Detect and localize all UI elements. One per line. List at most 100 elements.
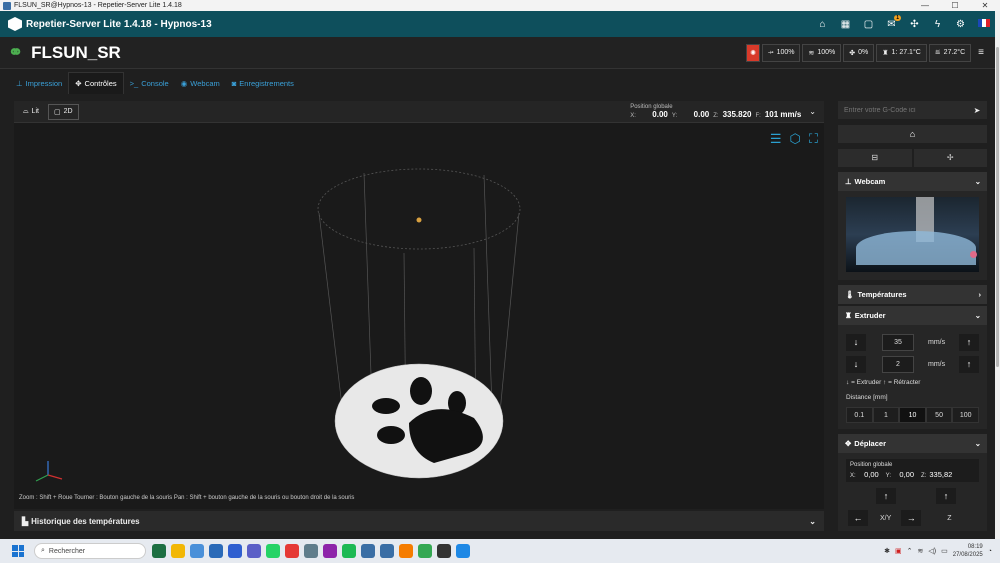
move-y-plus-button[interactable]: ↑ bbox=[876, 488, 896, 504]
mail-icon[interactable]: ✉ 1 bbox=[880, 14, 903, 30]
taskbar-app-icon-9[interactable] bbox=[323, 544, 337, 558]
bolt-icon[interactable]: ϟ bbox=[926, 19, 949, 30]
speed-field-1[interactable]: 35 bbox=[882, 333, 914, 351]
extrude-down-button-2[interactable]: ↓ bbox=[846, 355, 866, 373]
gear-icon[interactable]: ⚙ bbox=[949, 19, 972, 30]
tab-webcam[interactable]: ◉ Webcam bbox=[175, 72, 226, 94]
antivirus-icon[interactable]: ▣ bbox=[895, 547, 902, 555]
retract-up-button-2[interactable]: ↑ bbox=[959, 355, 979, 373]
flag-icon[interactable] bbox=[972, 19, 995, 29]
speed-field-2[interactable]: 2 bbox=[882, 355, 914, 373]
bed-temp-icon: ≝ bbox=[934, 49, 941, 57]
fan-stat[interactable]: ✤ 0% bbox=[843, 43, 875, 62]
move-x-plus-button[interactable]: → bbox=[901, 510, 922, 526]
taskbar-app-icon-3[interactable] bbox=[209, 544, 223, 558]
taskbar-search[interactable]: ⌕ Rechercher bbox=[34, 543, 146, 559]
battery-icon[interactable]: ▭ bbox=[941, 547, 948, 555]
network-icon[interactable]: ✣ bbox=[903, 19, 926, 30]
tab-console[interactable]: >_ Console bbox=[124, 72, 175, 94]
extruder-panel-header[interactable]: ♜ Extruder ⌄ bbox=[838, 306, 987, 325]
bluetooth-icon[interactable]: ✱ bbox=[884, 547, 890, 555]
taskbar-app-icon-8[interactable] bbox=[304, 544, 318, 558]
webcam-image[interactable] bbox=[846, 197, 979, 272]
taskbar-app-icon-11[interactable] bbox=[361, 544, 375, 558]
page-scrollbar[interactable] bbox=[995, 11, 1000, 539]
temperature-history-header[interactable]: ▙ Historique des températures ⌄ bbox=[14, 511, 824, 531]
chevron-right-icon: › bbox=[978, 290, 982, 299]
send-icon[interactable]: ➤ bbox=[967, 106, 987, 115]
pos-x: 0.00 bbox=[652, 110, 668, 119]
taskbar-app-icon-0[interactable] bbox=[152, 544, 166, 558]
tab-enregistrements[interactable]: ◙ Enregistrements bbox=[226, 72, 300, 94]
square-icon: ▢ bbox=[53, 108, 61, 116]
windows-start-icon[interactable] bbox=[12, 545, 24, 557]
step-0-1[interactable]: 0.1 bbox=[846, 407, 873, 423]
motors-off-button[interactable]: ⊟ bbox=[838, 149, 912, 167]
wifi-icon[interactable]: ≋ bbox=[918, 547, 924, 555]
arrow-up-icon: ↑ bbox=[883, 379, 887, 386]
fan-speed-icon: ⤞ bbox=[767, 48, 774, 56]
console-icon: >_ bbox=[129, 78, 139, 88]
clock[interactable]: 08:19 27/08/2025 bbox=[953, 543, 983, 559]
taskbar-app-icon-14[interactable] bbox=[418, 544, 432, 558]
viewport-hint: Zoom : Shift + Roue Tourner : Bouton gau… bbox=[19, 495, 355, 501]
gcode-input[interactable] bbox=[838, 106, 967, 114]
taskbar-app-icon-10[interactable] bbox=[342, 544, 356, 558]
flow-stat[interactable]: ≋ 100% bbox=[802, 43, 842, 62]
motor-icon: ⊟ bbox=[871, 153, 879, 162]
minimize-button[interactable]: — bbox=[910, 1, 940, 10]
bed-view-button[interactable]: ⌓ Lit bbox=[18, 104, 44, 120]
move-panel: Position globale X: 0,00 Y: 0,00 Z: 335,82 … bbox=[838, 453, 987, 531]
camera-icon: ◙ bbox=[231, 78, 237, 88]
taskbar-app-icon-13[interactable] bbox=[399, 544, 413, 558]
chevron-down-icon: ⌄ bbox=[809, 516, 816, 526]
taskbar-app-icon-4[interactable] bbox=[228, 544, 242, 558]
extruder-legend: ↓ = Extruder ↑ = Rétracter bbox=[846, 379, 921, 386]
extrude-down-button[interactable]: ↓ bbox=[846, 333, 866, 351]
emergency-stop-button[interactable]: ✺ bbox=[746, 43, 760, 62]
step-10[interactable]: 10 bbox=[899, 407, 926, 423]
taskbar-app-icon-1[interactable] bbox=[171, 544, 185, 558]
monitor-icon[interactable]: ▢ bbox=[857, 19, 880, 30]
taskbar-app-icon-15[interactable] bbox=[437, 544, 451, 558]
bed-temp-stat[interactable]: ≝ 27.2°C bbox=[928, 43, 972, 62]
webcam-panel-header[interactable]: ⊥ Webcam ⌄ bbox=[838, 172, 987, 191]
notification-icon[interactable]: ◔ bbox=[988, 548, 992, 555]
move-position-readout: Position globale X: 0,00 Y: 0,00 Z: 335,82 bbox=[846, 459, 979, 482]
right-sidebar: ➤ ⌂ ⊟ ✢ ⊥ Webcam ⌄ 🌡 Températures › ♜ Ex… bbox=[838, 101, 987, 531]
tab-impression[interactable]: ⊥ Impression bbox=[10, 72, 68, 94]
maximize-button[interactable]: ☐ bbox=[940, 1, 970, 10]
fan-toggle-button[interactable]: ✢ bbox=[913, 149, 987, 167]
step-1[interactable]: 1 bbox=[872, 407, 900, 423]
move-panel-header[interactable]: ✥ Déplacer ⌄ bbox=[838, 434, 987, 453]
home-all-button[interactable]: ⌂ bbox=[838, 125, 987, 143]
taskbar-app-icon-16[interactable] bbox=[456, 544, 470, 558]
taskbar-app-icon-6[interactable] bbox=[266, 544, 280, 558]
taskbar-app-icon-5[interactable] bbox=[247, 544, 261, 558]
extruder-temp-icon: ♜ bbox=[882, 49, 889, 57]
home-icon[interactable]: ⌂ bbox=[811, 19, 834, 30]
move-icon: ✥ bbox=[75, 79, 82, 88]
step-100[interactable]: 100 bbox=[952, 407, 979, 423]
3d-viewport[interactable]: ☰ ⬡ ⛶ Zoom: Shift + Roue Tourner: Bout… bbox=[14, 123, 824, 509]
taskbar-app-icon-12[interactable] bbox=[380, 544, 394, 558]
tab-controles[interactable]: ✥ Contrôles bbox=[68, 72, 124, 94]
chevron-down-icon[interactable]: ⌄ bbox=[809, 107, 816, 116]
fan-speed-stat[interactable]: ⤞ 100% bbox=[761, 43, 801, 62]
step-50[interactable]: 50 bbox=[925, 407, 953, 423]
retract-up-button[interactable]: ↑ bbox=[959, 333, 979, 351]
move-x-minus-button[interactable]: ← bbox=[848, 510, 868, 526]
taskbar-app-icon-7[interactable] bbox=[285, 544, 299, 558]
chevron-up-icon[interactable]: ⌃ bbox=[907, 547, 913, 555]
view-2d-button[interactable]: ▢ 2D bbox=[47, 103, 79, 120]
move-z-up-button[interactable]: ↑ bbox=[936, 488, 956, 504]
extruder-temp-stat[interactable]: ♜ 1: 27.1°C bbox=[876, 43, 927, 62]
menu-button[interactable]: ≡ bbox=[973, 44, 989, 62]
close-button[interactable]: ✕ bbox=[970, 1, 1000, 10]
mail-badge: 1 bbox=[894, 14, 901, 21]
taskbar-app-icon-2[interactable] bbox=[190, 544, 204, 558]
pos-y: 0.00 bbox=[693, 110, 710, 119]
printer-icon[interactable]: ▦ bbox=[834, 19, 857, 30]
volume-icon[interactable]: ◁) bbox=[928, 547, 936, 555]
temperatures-panel-header[interactable]: 🌡 Températures › bbox=[838, 285, 987, 304]
